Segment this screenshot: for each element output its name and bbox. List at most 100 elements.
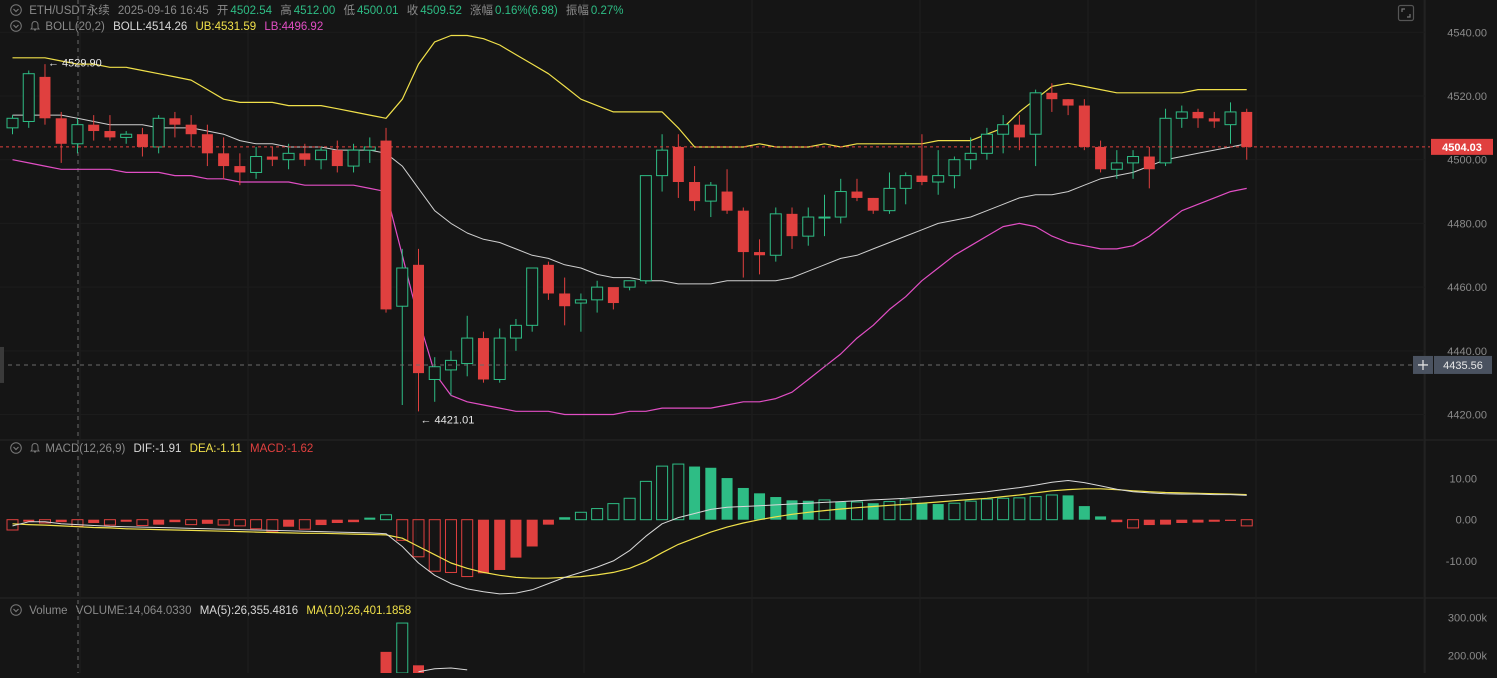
- macd-hist-bar: [1160, 519, 1172, 525]
- candle-body-down: [104, 131, 116, 138]
- candle-body-down: [413, 264, 424, 374]
- candle-body-down: [1078, 105, 1090, 147]
- boll-ub-line: [12, 34, 1247, 148]
- collapse-chevron-icon[interactable]: [10, 442, 22, 454]
- macd-hist-bar: [1029, 496, 1042, 521]
- macd-hist-bar: [705, 467, 717, 520]
- chart-container[interactable]: 4504.03 4435.56 ← 4529.90 ← 4421.01 4540.00 4…: [0, 0, 1497, 674]
- price-axis-tick: 4460.00: [1447, 282, 1487, 294]
- candle-body-down: [185, 124, 197, 135]
- macd-hist-bar: [315, 519, 327, 526]
- macd-hist-bar: [559, 517, 571, 520]
- macd-hist-bar: [201, 519, 213, 524]
- candle-body-down: [55, 118, 67, 144]
- symbol-name[interactable]: ETH/USDT永续: [29, 5, 110, 17]
- open-label: 开: [216, 5, 229, 17]
- candle-body-down: [1241, 111, 1253, 147]
- candle-body-up: [1224, 111, 1237, 126]
- macd-hist-bar: [980, 498, 993, 521]
- chart-svg[interactable]: 4504.03 4435.56 ← 4529.90 ← 4421.01 4540.00 4…: [0, 0, 1497, 674]
- macd-hist-bar: [1225, 519, 1236, 521]
- candle-body-up: [1127, 156, 1140, 164]
- candle-body-up: [493, 337, 506, 380]
- candle-body-up: [1029, 92, 1042, 135]
- volume-axis-tick: 200.00k: [1448, 651, 1488, 663]
- macd-hist-bar: [250, 519, 263, 530]
- candle-body-up: [704, 184, 717, 202]
- macd-name[interactable]: MACD(12,26,9): [45, 443, 125, 455]
- macd-hist-bar: [1192, 519, 1204, 523]
- macd-hist-bar: [899, 499, 912, 521]
- bell-icon[interactable]: [29, 20, 41, 32]
- macd-hist-bar: [1095, 516, 1107, 520]
- candle-body-down: [39, 76, 51, 119]
- macd-hist-bar: [591, 508, 604, 521]
- candle-body-up: [802, 216, 815, 237]
- candle-body-down: [851, 191, 863, 198]
- candle-body-down: [477, 338, 489, 380]
- candle-body-down: [331, 150, 343, 167]
- macd-hist-bar: [283, 519, 295, 527]
- volume-name[interactable]: Volume: [29, 605, 67, 617]
- candle-body-down: [689, 182, 701, 202]
- macd-hist-bar: [964, 500, 977, 521]
- macd-hist-bar: [266, 519, 279, 532]
- bell-icon[interactable]: [29, 442, 41, 454]
- collapse-chevron-icon[interactable]: [10, 4, 22, 16]
- high-value: 4512.00: [293, 5, 336, 17]
- candle-body-down: [1095, 146, 1107, 170]
- candle-body-up: [1110, 162, 1123, 170]
- max-price-annotation: ← 4529.90: [48, 57, 102, 69]
- candle-body-up: [120, 133, 133, 138]
- amplitude-label: 振幅: [565, 5, 589, 17]
- macd-value: MACD:-1.62: [250, 443, 314, 455]
- candle-body-down: [737, 210, 749, 253]
- boll-name[interactable]: BOLL(20,2): [45, 21, 104, 33]
- candle-body-down: [721, 191, 733, 211]
- collapse-chevron-icon[interactable]: [10, 604, 22, 616]
- candle-body-up: [6, 117, 19, 129]
- candle-body-up: [347, 149, 360, 167]
- candle-body-up: [656, 149, 669, 177]
- candle-body-up: [282, 152, 295, 161]
- macd-hist-bar: [1111, 519, 1123, 523]
- ohlc-legend: ETH/USDT永续 2025-09-16 16:45 开 4502.54 高 45…: [10, 2, 629, 18]
- candle-body-down: [1062, 99, 1074, 106]
- candle-body-down: [169, 118, 181, 125]
- macd-hist-bar: [1078, 506, 1090, 520]
- candle-body-down: [916, 175, 928, 182]
- macd-hist-bar: [1176, 519, 1188, 523]
- candle-body-up: [526, 267, 539, 326]
- close-label: 收: [406, 5, 419, 17]
- close-value: 4509.52: [420, 5, 462, 17]
- macd-hist-bar: [494, 519, 506, 570]
- boll-mid-line: [12, 114, 1247, 285]
- macd-axis-tick: 10.00: [1449, 473, 1477, 485]
- macd-dif-line: [12, 480, 1247, 595]
- macd-hist-bar: [364, 517, 376, 520]
- collapse-chevron-icon[interactable]: [10, 20, 22, 32]
- candle-body-down: [867, 197, 879, 211]
- candle-body-up: [997, 124, 1010, 135]
- candle-body-down: [607, 287, 619, 304]
- volume-bar: [396, 622, 409, 674]
- macd-hist-bar: [217, 519, 230, 526]
- low-label: 低: [343, 5, 355, 17]
- min-price-annotation: ← 4421.01: [421, 414, 475, 426]
- amplitude-value: 0.27%: [590, 5, 624, 17]
- macd-hist-bar: [428, 519, 441, 572]
- macd-hist-bar: [835, 501, 847, 520]
- change-value: 0.16%(6.98): [495, 5, 558, 17]
- candle-body-down: [1192, 111, 1204, 119]
- crosshair-price-label: 4435.56: [1443, 360, 1483, 372]
- macd-hist-bar: [639, 480, 652, 521]
- price-axis-tick: 4480.00: [1447, 218, 1487, 230]
- candle-body-down: [136, 134, 148, 147]
- macd-hist-bar: [348, 519, 360, 523]
- macd-hist-bar: [55, 519, 67, 523]
- fullscreen-icon[interactable]: [1397, 4, 1415, 22]
- macd-hist-bar: [526, 519, 538, 547]
- macd-hist-bar: [623, 497, 636, 521]
- macd-hist-bar: [574, 511, 587, 521]
- macd-axis-tick: 0.00: [1456, 515, 1477, 527]
